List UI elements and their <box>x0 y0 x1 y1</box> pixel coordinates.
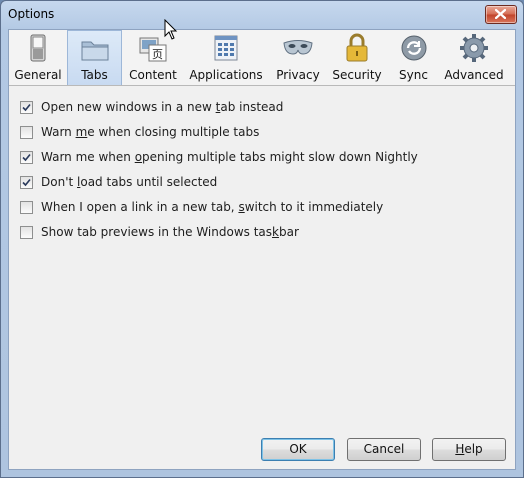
tab-label: Advanced <box>444 68 504 82</box>
option-dont-load-tabs-until-selected[interactable]: Don't load tabs until selected <box>20 173 217 191</box>
close-icon <box>495 9 506 19</box>
checkbox[interactable] <box>20 125 33 139</box>
option-label: Don't load tabs until selected <box>41 175 218 189</box>
folder-icon <box>81 41 108 61</box>
padlock-icon <box>346 33 368 62</box>
tab-privacy[interactable]: Privacy <box>268 30 328 85</box>
checkbox[interactable] <box>20 150 33 164</box>
tab-label: Security <box>332 68 382 82</box>
tab-label: Sync <box>399 68 428 82</box>
tab-general[interactable]: General <box>9 30 67 85</box>
title-bar[interactable]: Options <box>1 1 523 29</box>
checkbox[interactable] <box>20 200 33 214</box>
tab-applications[interactable]: Applications <box>184 30 268 85</box>
option-label: Warn me when opening multiple tabs might… <box>41 150 418 164</box>
option-warn-closing-multiple-tabs[interactable]: Warn me when closing multiple tabs <box>20 123 259 141</box>
applications-icon <box>214 35 238 61</box>
sync-icon <box>401 35 426 61</box>
option-label: When I open a link in a new tab, switch … <box>41 200 384 214</box>
checkbox[interactable] <box>20 100 33 114</box>
option-label: Show tab previews in the Windows taskbar <box>41 225 299 239</box>
tab-label: Privacy <box>276 68 320 82</box>
option-show-tab-previews[interactable]: Show tab previews in the Windows taskbar <box>20 223 299 241</box>
tab-advanced[interactable]: Advanced <box>441 30 507 85</box>
help-button[interactable]: Help <box>432 438 506 461</box>
tab-sync[interactable]: Sync <box>386 30 441 85</box>
tab-label: General <box>14 68 62 82</box>
tab-label: Applications <box>189 68 263 82</box>
tab-tabs[interactable]: Tabs <box>67 30 122 85</box>
tab-label: Tabs <box>81 68 108 82</box>
window-title: Options <box>8 7 55 21</box>
tab-label: Content <box>129 68 177 82</box>
ok-button[interactable]: OK <box>261 438 335 461</box>
close-button[interactable] <box>485 5 517 24</box>
options-window: Options General Tabs 页 Content Applicati… <box>0 0 524 478</box>
checkbox[interactable] <box>20 175 33 189</box>
cancel-button[interactable]: Cancel <box>347 438 421 461</box>
checkmark-icon <box>22 153 31 161</box>
pane-toolbar: General Tabs 页 Content Applications Priv… <box>9 30 515 86</box>
option-switch-to-new-tab[interactable]: When I open a link in a new tab, switch … <box>20 198 383 216</box>
switch-icon <box>30 34 46 62</box>
checkmark-icon <box>22 178 31 186</box>
svg-text:页: 页 <box>152 48 163 61</box>
tab-security[interactable]: Security <box>328 30 386 85</box>
option-open-new-windows-in-tab[interactable]: Open new windows in a new tab instead <box>20 98 283 116</box>
option-warn-opening-multiple-tabs[interactable]: Warn me when opening multiple tabs might… <box>20 148 418 166</box>
mask-icon <box>283 40 313 55</box>
option-label: Warn me when closing multiple tabs <box>41 125 260 139</box>
option-label: Open new windows in a new tab instead <box>41 100 284 114</box>
checkmark-icon <box>22 103 31 111</box>
gear-icon <box>460 34 488 62</box>
tabs-pane-content: Open new windows in a new tab instead Wa… <box>9 86 515 469</box>
mouse-pointer-icon <box>164 19 178 40</box>
options-client-area: General Tabs 页 Content Applications Priv… <box>8 29 516 470</box>
checkbox[interactable] <box>20 225 33 239</box>
